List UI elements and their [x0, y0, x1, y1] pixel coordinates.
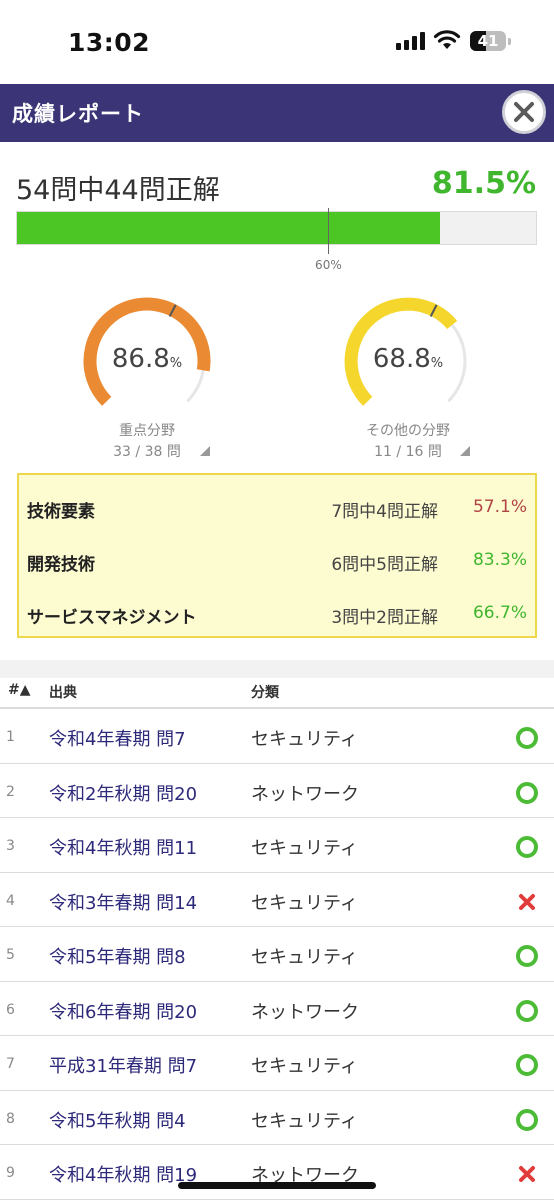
- breakdown-rate: 83.3%: [472, 550, 527, 570]
- row-number: 6: [6, 1001, 15, 1018]
- table-row[interactable]: 1 令和4年春期 問7 セキュリティ: [0, 709, 554, 764]
- question-category: セキュリティ: [251, 838, 358, 859]
- report-header: 成績レポート: [0, 84, 554, 142]
- score-progress-bar: [16, 208, 537, 254]
- home-indicator: [178, 1182, 376, 1189]
- incorrect-icon: [519, 1166, 535, 1182]
- correct-icon: [516, 727, 538, 749]
- other-area-rate: 68.8%: [372, 344, 444, 374]
- row-number: 8: [6, 1110, 15, 1127]
- score-summary: 54問中44問正解: [16, 175, 220, 206]
- row-number: 9: [6, 1165, 15, 1181]
- question-category: セキュリティ: [251, 729, 358, 750]
- question-source-link[interactable]: 令和4年春期 問7: [49, 725, 186, 751]
- question-category: ネットワーク: [251, 1001, 359, 1023]
- question-source-link[interactable]: 平成31年春期 問7: [49, 1052, 197, 1078]
- question-category: セキュリティ: [251, 1056, 358, 1077]
- question-table: #▲ 出典 分類 1 令和4年春期 問7 セキュリティ 2 令和2年秋期 問20 ネットワ…: [0, 678, 554, 1200]
- question-source-link[interactable]: 令和5年秋期 問4: [49, 1107, 186, 1133]
- breakdown-count: 6問中5問正解: [331, 555, 438, 575]
- breakdown-row: サービスマネジメント 3問中2問正解 66.7%: [19, 585, 535, 637]
- row-number: 7: [6, 1056, 15, 1072]
- column-header-number[interactable]: #▲: [8, 682, 31, 698]
- correct-icon: [516, 1108, 538, 1131]
- focus-area-count: 33 / 38 問: [113, 444, 181, 460]
- pass-mark-label: 60%: [315, 258, 342, 272]
- table-row[interactable]: 5 令和5年春期 問8 セキュリティ: [0, 927, 554, 982]
- correct-icon: [516, 781, 538, 804]
- focus-area-rate: 86.8%: [111, 344, 183, 374]
- table-row[interactable]: 8 令和5年秋期 問4 セキュリティ: [0, 1091, 554, 1145]
- focus-area-expand-icon[interactable]: [200, 446, 210, 456]
- table-row[interactable]: 2 令和2年秋期 問20 ネットワーク: [0, 764, 554, 818]
- breakdown-rate: 57.1%: [472, 497, 527, 517]
- battery-icon: 41: [470, 31, 511, 51]
- breakdown-row: 開発技術 6問中5問正解 83.3%: [19, 532, 535, 584]
- question-source-link[interactable]: 令和5年春期 問8: [49, 943, 186, 969]
- correct-icon: [516, 1054, 538, 1076]
- question-category: ネットワーク: [251, 783, 359, 805]
- page-title: 成績レポート: [12, 102, 144, 126]
- question-source-link[interactable]: 令和4年秋期 問11: [49, 834, 197, 860]
- pass-mark-line: [328, 208, 330, 254]
- other-area-count: 11 / 16 問: [374, 444, 442, 460]
- close-icon: [514, 102, 534, 122]
- row-number: 3: [6, 838, 15, 854]
- score-progress-fill: [17, 212, 440, 244]
- breakdown-category: 開発技術: [27, 555, 95, 575]
- close-button[interactable]: [502, 90, 546, 134]
- column-header-source[interactable]: 出典: [49, 682, 77, 702]
- correct-icon: [516, 836, 538, 858]
- breakdown-rate: 66.7%: [472, 603, 527, 623]
- table-row[interactable]: 7 平成31年春期 問7 セキュリティ: [0, 1036, 554, 1091]
- question-source-link[interactable]: 令和2年秋期 問20: [49, 780, 197, 806]
- breakdown-row: 技術要素 7問中4問正解 57.1%: [19, 479, 535, 531]
- breakdown-category: 技術要素: [27, 502, 95, 522]
- question-source-link[interactable]: 令和3年春期 問14: [49, 889, 197, 915]
- other-area-expand-icon[interactable]: [460, 446, 470, 456]
- wifi-icon: [433, 30, 461, 49]
- breakdown-count: 3問中2問正解: [331, 608, 438, 628]
- table-row[interactable]: 4 令和3年春期 問14 セキュリティ: [0, 873, 554, 927]
- table-row[interactable]: 9 令和4年秋期 問19 ネットワーク: [0, 1145, 554, 1200]
- category-breakdown: 技術要素 7問中4問正解 57.1% 開発技術 6問中5問正解 83.3% サー…: [17, 473, 537, 638]
- correct-icon: [516, 999, 538, 1022]
- status-bar: 13:02 41: [0, 0, 554, 84]
- breakdown-count: 7問中4問正解: [331, 502, 438, 522]
- table-row[interactable]: 3 令和4年秋期 問11 セキュリティ: [0, 818, 554, 873]
- table-row[interactable]: 6 令和6年春期 問20 ネットワーク: [0, 982, 554, 1036]
- column-header-category[interactable]: 分類: [251, 682, 279, 702]
- row-number: 1: [6, 729, 15, 745]
- row-number: 4: [6, 892, 15, 909]
- question-category: セキュリティ: [251, 892, 358, 914]
- table-header: #▲ 出典 分類: [0, 678, 554, 709]
- question-source-link[interactable]: 令和6年春期 問20: [49, 998, 197, 1024]
- status-time: 13:02: [68, 28, 151, 57]
- correct-icon: [516, 945, 538, 967]
- focus-area-label: 重点分野: [119, 423, 175, 439]
- battery-level: 41: [477, 32, 499, 50]
- row-number: 2: [6, 783, 15, 800]
- breakdown-category: サービスマネジメント: [27, 608, 197, 628]
- incorrect-icon: [519, 893, 535, 910]
- question-source-link[interactable]: 令和4年秋期 問19: [49, 1161, 197, 1187]
- question-category: セキュリティ: [251, 947, 358, 968]
- signal-icon: [396, 32, 426, 50]
- table-body: 1 令和4年春期 問7 セキュリティ 2 令和2年秋期 問20 ネットワーク 3 令和4年秋期…: [0, 709, 554, 1200]
- row-number: 5: [6, 947, 15, 963]
- score-percent: 81.5%: [431, 166, 536, 201]
- question-category: セキュリティ: [251, 1110, 358, 1132]
- section-divider: [0, 660, 554, 678]
- other-area-label: その他の分野: [366, 423, 450, 439]
